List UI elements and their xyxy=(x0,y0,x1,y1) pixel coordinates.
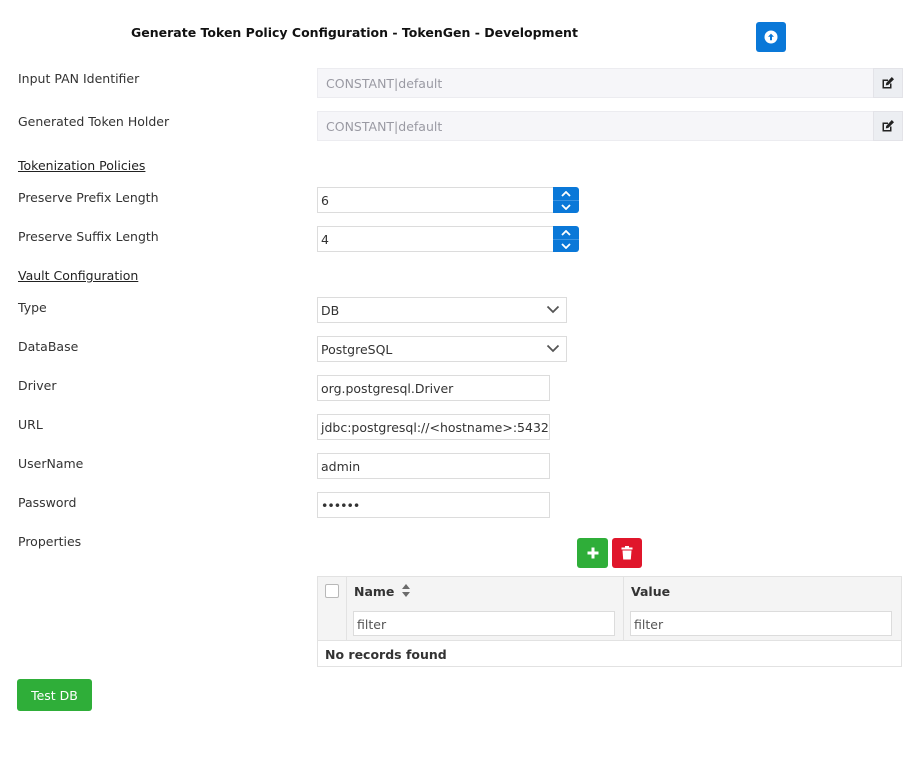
database-label: DataBase xyxy=(18,339,79,354)
password-label: Password xyxy=(18,495,77,510)
suffix-length-input[interactable]: 4 xyxy=(317,226,553,252)
column-header-name[interactable]: Name xyxy=(347,577,624,607)
chevron-down-icon xyxy=(546,344,560,353)
prefix-length-input[interactable]: 6 xyxy=(317,187,553,213)
stepper-down-button[interactable] xyxy=(553,200,579,213)
database-select-value: PostgreSQL xyxy=(321,342,393,357)
username-label: UserName xyxy=(18,456,84,471)
upload-button[interactable] xyxy=(756,22,786,52)
caret-up-icon xyxy=(561,190,571,197)
test-db-button-label: Test DB xyxy=(31,687,78,703)
url-label: URL xyxy=(18,417,43,432)
driver-input[interactable]: org.postgresql.Driver xyxy=(317,375,550,401)
plus-icon xyxy=(587,547,598,559)
input-pan-label: Input PAN Identifier xyxy=(18,71,140,86)
sort-icon[interactable] xyxy=(401,583,411,598)
type-label: Type xyxy=(18,300,47,315)
edit-icon xyxy=(882,77,894,89)
prefix-length-label: Preserve Prefix Length xyxy=(18,190,159,205)
input-pan-edit-button[interactable] xyxy=(873,68,903,98)
url-input[interactable]: jdbc:postgresql://<hostname>:5432/< xyxy=(317,414,550,440)
stepper-up-button[interactable] xyxy=(553,187,579,201)
properties-table: Name Value filter filter No records foun… xyxy=(317,576,902,667)
suffix-length-label: Preserve Suffix Length xyxy=(18,229,159,244)
type-select[interactable]: DB xyxy=(317,297,567,323)
stepper-up-button[interactable] xyxy=(553,226,579,240)
caret-down-icon xyxy=(561,203,571,210)
select-all-checkbox[interactable] xyxy=(325,584,339,598)
vault-section-heading: Vault Configuration xyxy=(18,268,139,283)
test-db-button[interactable]: Test DB xyxy=(17,679,92,711)
empty-message: No records found xyxy=(325,647,447,662)
tokenization-section-heading: Tokenization Policies xyxy=(18,158,146,173)
add-property-button[interactable] xyxy=(577,538,608,568)
prefix-length-stepper[interactable] xyxy=(553,187,579,213)
chevron-down-icon xyxy=(546,305,560,314)
properties-label: Properties xyxy=(18,534,82,549)
table-header: Name Value xyxy=(318,577,901,608)
driver-label: Driver xyxy=(18,378,57,393)
token-holder-field: CONSTANT|default xyxy=(317,111,873,141)
column-header-value-label: Value xyxy=(631,584,671,599)
stepper-down-button[interactable] xyxy=(553,239,579,252)
filter-row: filter filter xyxy=(318,607,901,641)
type-select-value: DB xyxy=(321,303,340,318)
edit-icon xyxy=(882,120,894,132)
delete-property-button[interactable] xyxy=(612,538,642,568)
password-input[interactable]: •••••• xyxy=(317,492,550,518)
trash-icon xyxy=(621,546,633,560)
suffix-length-stepper[interactable] xyxy=(553,226,579,252)
name-filter-input[interactable]: filter xyxy=(353,611,615,636)
username-input[interactable]: admin xyxy=(317,453,550,479)
column-header-value[interactable]: Value xyxy=(624,577,901,607)
value-filter-input[interactable]: filter xyxy=(630,611,892,636)
page-title: Generate Token Policy Configuration - To… xyxy=(131,25,578,40)
column-header-name-label: Name xyxy=(354,584,395,599)
caret-down-icon xyxy=(561,242,571,249)
arrow-up-circle-icon xyxy=(764,30,778,44)
database-select[interactable]: PostgreSQL xyxy=(317,336,567,362)
token-holder-label: Generated Token Holder xyxy=(18,114,170,129)
input-pan-field: CONSTANT|default xyxy=(317,68,873,98)
token-holder-edit-button[interactable] xyxy=(873,111,903,141)
caret-up-icon xyxy=(561,229,571,236)
